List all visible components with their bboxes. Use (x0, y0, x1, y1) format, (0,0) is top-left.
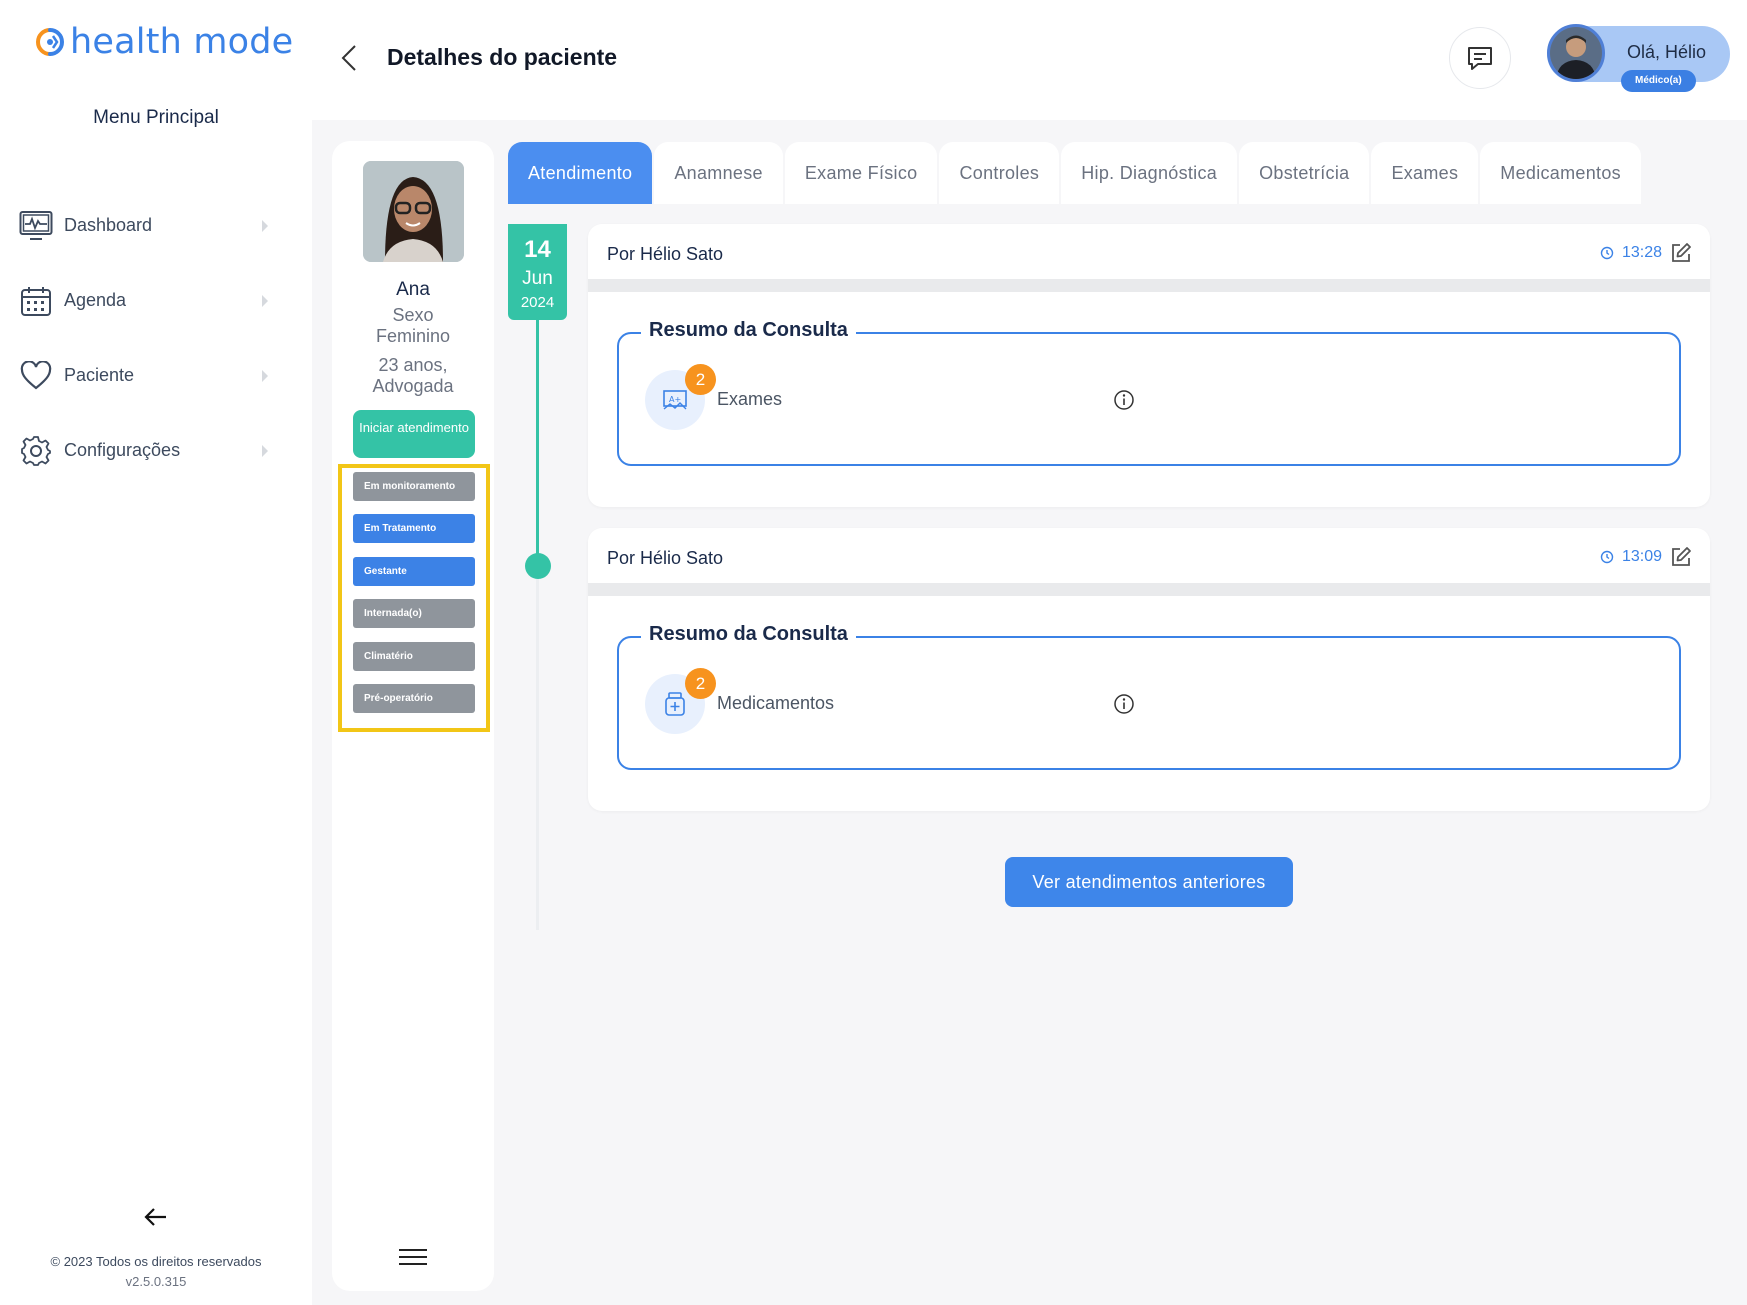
sidebar-item-label: Agenda (64, 290, 127, 310)
summary-item-label[interactable]: Medicamentos (717, 693, 834, 714)
sidebar-item-agenda[interactable]: Agenda (18, 263, 268, 338)
sidebar-item-configuracoes[interactable]: Configurações (18, 413, 268, 488)
tab-obstetricia[interactable]: Obstetrícia (1239, 142, 1370, 204)
tab-atendimento[interactable]: Atendimento (508, 142, 653, 204)
menu-title: Menu Principal (93, 107, 219, 128)
consultation-header: Por Hélio Sato 13:09 (588, 528, 1710, 596)
info-icon[interactable] (1113, 693, 1135, 715)
tag-internada[interactable]: Internada(o) (353, 599, 475, 628)
user-avatar (1547, 24, 1605, 82)
footer-version: v2.5.0.315 (125, 1274, 187, 1289)
info-icon[interactable] (1113, 389, 1135, 411)
health-mode-logo[interactable]: health mode (34, 20, 293, 64)
hamburger-menu-icon[interactable] (399, 1249, 427, 1271)
consultation-time-value: 13:09 (1621, 548, 1662, 565)
top-header: Detalhes do paciente Olá, Hélio Médico(a… (312, 0, 1747, 120)
tab-controles[interactable]: Controles (939, 142, 1060, 204)
sidebar-item-label: Paciente (64, 365, 135, 385)
sidebar: health mode Menu Principal Dashboard Age… (0, 0, 312, 1305)
heart-icon (18, 358, 54, 394)
clock-icon (1600, 550, 1614, 564)
consultation-author: Por Hélio Sato (607, 548, 724, 568)
timeline-date-badge: 14 Jun 2024 (508, 224, 567, 320)
calendar-icon (18, 283, 54, 319)
collapse-sidebar-button[interactable] (140, 1203, 172, 1231)
footer-copyright: © 2023 Todos os direitos reservados (50, 1254, 262, 1269)
timeline-dot (525, 553, 551, 579)
tab-hip-diagnostica[interactable]: Hip. Diagnóstica (1061, 142, 1238, 204)
tab-exames[interactable]: Exames (1371, 142, 1479, 204)
edit-icon[interactable] (1670, 546, 1692, 568)
consultation-card: Por Hélio Sato 13:28 Resumo da Consulta … (588, 224, 1710, 507)
chevron-right-icon (262, 219, 268, 232)
sidebar-item-paciente[interactable]: Paciente (18, 338, 268, 413)
patient-profession: Advogada (372, 376, 454, 396)
tab-anamnese[interactable]: Anamnese (654, 142, 783, 204)
tag-pre-operatorio[interactable]: Pré-operatório (353, 684, 475, 713)
summary-item-label[interactable]: Exames (717, 389, 782, 410)
consultation-time: 13:09 (1600, 548, 1662, 566)
user-menu[interactable]: Olá, Hélio Médico(a) (1547, 24, 1730, 92)
messages-button[interactable] (1449, 27, 1511, 89)
tag-gestante[interactable]: Gestante (353, 557, 475, 586)
chevron-left-icon (341, 45, 356, 71)
logo-text: health mode (70, 22, 294, 62)
page-title: Detalhes do paciente (387, 44, 618, 70)
logo-mark-icon (34, 26, 66, 58)
date-day: 14 (524, 236, 551, 263)
count-badge: 2 (685, 668, 716, 699)
chevron-right-icon (262, 369, 268, 382)
tag-em-monitoramento[interactable]: Em monitoramento (353, 472, 475, 501)
clock-icon (1600, 246, 1614, 260)
sidebar-item-label: Configurações (64, 440, 181, 460)
chevron-right-icon (262, 444, 268, 457)
user-role-badge: Médico(a) (1621, 70, 1696, 92)
patient-card: Ana Sexo Feminino 23 anos, Advogada Inic… (332, 141, 494, 1291)
patient-age: 23 anos, (378, 355, 448, 375)
consultation-time: 13:28 (1600, 244, 1662, 262)
consultation-header: Por Hélio Sato 13:28 (588, 224, 1710, 292)
date-month: Jun (522, 268, 553, 289)
user-greeting: Olá, Hélio (1627, 42, 1707, 62)
patient-tabs: Atendimento Anamnese Exame Físico Contro… (508, 142, 1643, 204)
sidebar-item-dashboard[interactable]: Dashboard (18, 188, 268, 263)
patient-photo (363, 161, 464, 262)
tab-exame-fisico[interactable]: Exame Físico (784, 142, 938, 204)
chevron-right-icon (262, 294, 268, 307)
patient-sex-value: Feminino (375, 326, 451, 346)
patient-status-tags: Em monitoramento Em Tratamento Gestante … (338, 464, 490, 732)
tag-em-tratamento[interactable]: Em Tratamento (353, 514, 475, 543)
patient-sex-label: Sexo (392, 305, 434, 325)
consultation-author: Por Hélio Sato (607, 244, 724, 264)
start-attendance-button[interactable]: Iniciar atendimento (353, 410, 475, 458)
monitor-pulse-icon (18, 208, 54, 244)
consultation-summary: Resumo da Consulta 2 Medicamentos (617, 623, 1681, 770)
consultation-time-value: 13:28 (1621, 244, 1662, 261)
svg-text:A+: A+ (669, 395, 681, 404)
gear-icon (18, 433, 54, 469)
count-badge: 2 (685, 364, 716, 395)
patient-name: Ana (396, 279, 430, 300)
main-nav: Dashboard Agenda Paciente Configurações (18, 188, 268, 488)
back-button[interactable] (336, 40, 362, 76)
summary-title: Resumo da Consulta (641, 623, 856, 646)
consultation-card: Por Hélio Sato 13:09 Resumo da Consulta … (588, 528, 1710, 811)
sidebar-item-label: Dashboard (64, 215, 153, 235)
timeline-track-active (536, 300, 539, 562)
tab-medicamentos[interactable]: Medicamentos (1480, 142, 1641, 204)
arrow-left-icon (144, 1208, 166, 1226)
view-previous-attendances-button[interactable]: Ver atendimentos anteriores (1005, 857, 1293, 907)
date-year: 2024 (520, 294, 555, 311)
tag-climaterio[interactable]: Climatério (353, 642, 475, 671)
consultation-summary: Resumo da Consulta A+ 2 Exames (617, 319, 1681, 466)
chat-bubble-icon (1468, 47, 1492, 70)
edit-icon[interactable] (1670, 242, 1692, 264)
summary-title: Resumo da Consulta (641, 319, 856, 342)
